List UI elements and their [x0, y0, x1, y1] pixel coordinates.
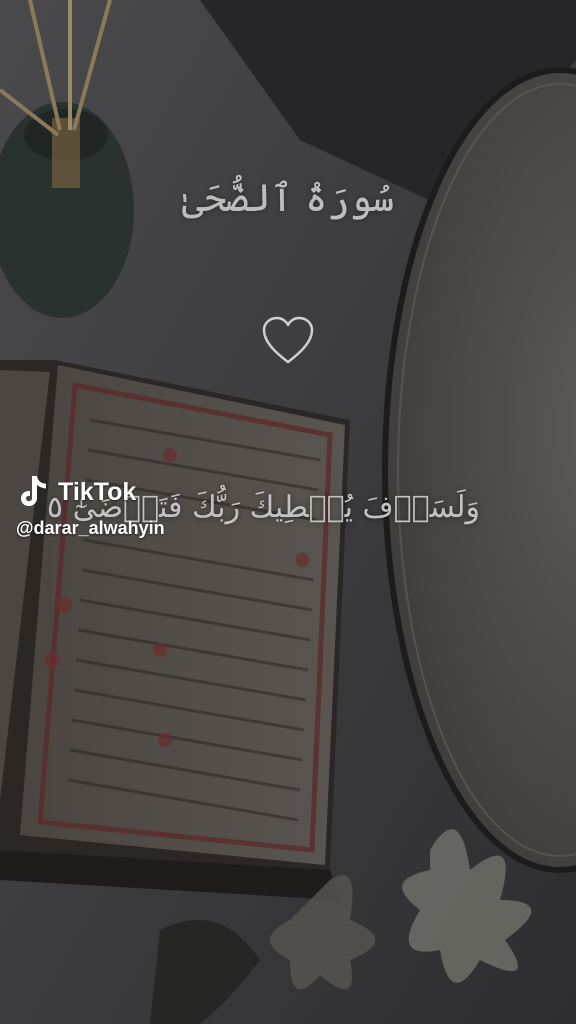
heart-outline-icon [262, 316, 314, 366]
tiktok-brand-label: TikTok [58, 477, 137, 506]
tiktok-logo-icon [18, 474, 50, 510]
creator-handle: @darar_alwahyin [16, 518, 165, 538]
tiktok-watermark: TikTok [18, 474, 136, 510]
surah-title: سُورَةُ ٱلضُّحَىٰ [181, 176, 395, 220]
